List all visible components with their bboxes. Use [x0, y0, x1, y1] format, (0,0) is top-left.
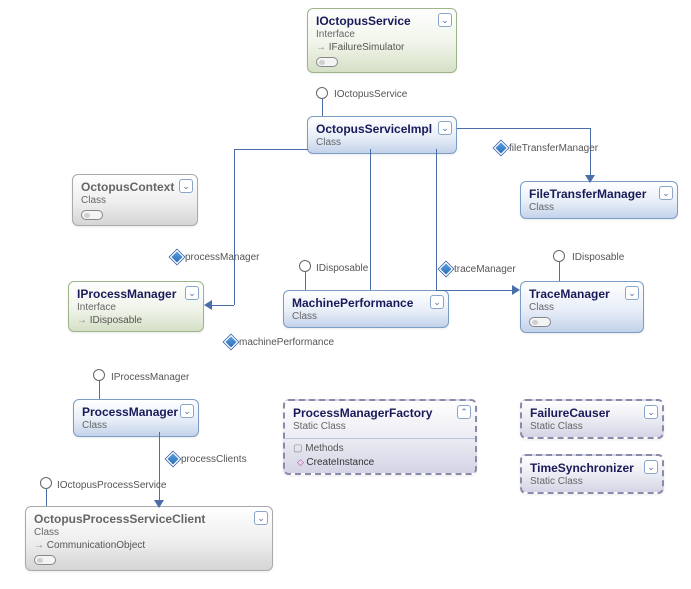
stereotype: Class — [529, 302, 635, 313]
connector — [234, 149, 308, 150]
expand-icon[interactable]: ⌄ — [179, 179, 193, 193]
class-octopus-context[interactable]: OctopusContext Class ⌄ — [72, 174, 198, 226]
stereotype: Static Class — [293, 421, 467, 432]
title: OctopusContext — [81, 180, 189, 194]
expand-icon[interactable]: ⌄ — [180, 404, 194, 418]
connector — [234, 149, 235, 305]
class-octopus-service-impl[interactable]: OctopusServiceImpl Class ⌄ — [307, 116, 457, 154]
methods-section: Methods CreateInstance — [285, 438, 475, 468]
relation-label: processManager — [172, 252, 259, 263]
arrowhead-icon — [512, 285, 520, 295]
lollipop-icon — [299, 260, 311, 272]
property-icon — [166, 452, 180, 466]
class-process-manager-factory[interactable]: ProcessManagerFactory Static Class ⌃ Met… — [283, 399, 477, 475]
expand-icon[interactable]: ⌄ — [625, 286, 639, 300]
class-file-transfer-manager[interactable]: FileTransferManager Class ⌄ — [520, 181, 678, 219]
title: TimeSynchronizer — [530, 461, 654, 475]
relation-label: traceManager — [441, 264, 516, 275]
class-time-synchronizer[interactable]: TimeSynchronizer Static Class ⌄ — [520, 454, 664, 494]
method-create-instance[interactable]: CreateInstance — [293, 454, 467, 468]
expand-icon[interactable]: ⌄ — [254, 511, 268, 525]
connector — [457, 128, 590, 129]
class-octopus-process-service-client[interactable]: OctopusProcessServiceClient Class Commun… — [25, 506, 273, 571]
inherits: IDisposable — [77, 315, 195, 326]
property-icon — [170, 250, 184, 264]
stereotype: Class — [292, 311, 440, 322]
stereotype: Class — [34, 527, 264, 538]
title: FailureCauser — [530, 406, 654, 420]
lollipop-label: IOctopusService — [334, 89, 407, 100]
stereotype: Interface — [77, 302, 195, 313]
collapse-pill-icon — [316, 57, 338, 67]
connector — [305, 272, 306, 290]
property-icon — [224, 335, 238, 349]
class-trace-manager[interactable]: TraceManager Class ⌄ — [520, 281, 644, 333]
connector — [99, 381, 100, 399]
title: MachinePerformance — [292, 296, 440, 310]
class-machine-performance[interactable]: MachinePerformance Class ⌄ — [283, 290, 449, 328]
expand-icon[interactable]: ⌄ — [185, 286, 199, 300]
connector — [46, 489, 47, 506]
stereotype: Class — [316, 137, 448, 148]
class-process-manager[interactable]: ProcessManager Class ⌄ — [73, 399, 199, 437]
stereotype: Interface — [316, 29, 448, 40]
interface-ioctopus-service[interactable]: IOctopusService Interface IFailureSimula… — [307, 8, 457, 73]
connector — [159, 432, 160, 506]
title: FileTransferManager — [529, 187, 669, 201]
title: IOctopusService — [316, 14, 448, 28]
title: ProcessManagerFactory — [293, 406, 467, 420]
stereotype: Static Class — [530, 421, 654, 432]
lollipop-label: IDisposable — [316, 263, 368, 274]
connector — [436, 149, 437, 290]
stereotype: Static Class — [530, 476, 654, 487]
collapse-pill-icon — [529, 317, 551, 327]
expand-icon[interactable]: ⌄ — [438, 13, 452, 27]
expand-icon[interactable]: ⌃ — [457, 405, 471, 419]
inherits: CommunicationObject — [34, 540, 264, 551]
collapse-pill-icon — [81, 210, 103, 220]
collapse-pill-icon — [34, 555, 56, 565]
interface-iprocess-manager[interactable]: IProcessManager Interface IDisposable ⌄ — [68, 281, 204, 332]
connector — [559, 262, 560, 281]
expand-icon[interactable]: ⌄ — [659, 186, 673, 200]
lollipop-label: IDisposable — [572, 252, 624, 263]
expand-icon[interactable]: ⌄ — [644, 405, 658, 419]
title: OctopusServiceImpl — [316, 122, 448, 136]
lollipop-icon — [40, 477, 52, 489]
property-icon — [494, 141, 508, 155]
lollipop-icon — [316, 87, 328, 99]
property-icon — [439, 262, 453, 276]
expand-icon[interactable]: ⌄ — [438, 121, 452, 135]
title: OctopusProcessServiceClient — [34, 512, 264, 526]
lollipop-icon — [93, 369, 105, 381]
class-failure-causer[interactable]: FailureCauser Static Class ⌄ — [520, 399, 664, 439]
title: TraceManager — [529, 287, 635, 301]
connector — [590, 128, 591, 181]
arrowhead-icon — [585, 175, 595, 183]
connector — [322, 99, 323, 116]
lollipop-icon — [553, 250, 565, 262]
relation-label: machinePerformance — [226, 337, 334, 348]
title: IProcessManager — [77, 287, 195, 301]
arrowhead-icon — [204, 300, 212, 310]
relation-label: processClients — [168, 454, 247, 465]
relation-label: fileTransferManager — [496, 143, 598, 154]
connector — [370, 149, 371, 290]
stereotype: Class — [81, 195, 189, 206]
stereotype: Class — [529, 202, 669, 213]
lollipop-label: IProcessManager — [111, 372, 189, 383]
section-header: Methods — [293, 443, 467, 454]
stereotype: Class — [82, 420, 190, 431]
title: ProcessManager — [82, 405, 190, 419]
connector — [436, 290, 516, 291]
arrowhead-icon — [154, 500, 164, 508]
expand-icon[interactable]: ⌄ — [430, 295, 444, 309]
lollipop-label: IOctopusProcessService — [57, 480, 167, 491]
expand-icon[interactable]: ⌄ — [644, 460, 658, 474]
connector — [212, 305, 234, 306]
inherits: IFailureSimulator — [316, 42, 448, 53]
